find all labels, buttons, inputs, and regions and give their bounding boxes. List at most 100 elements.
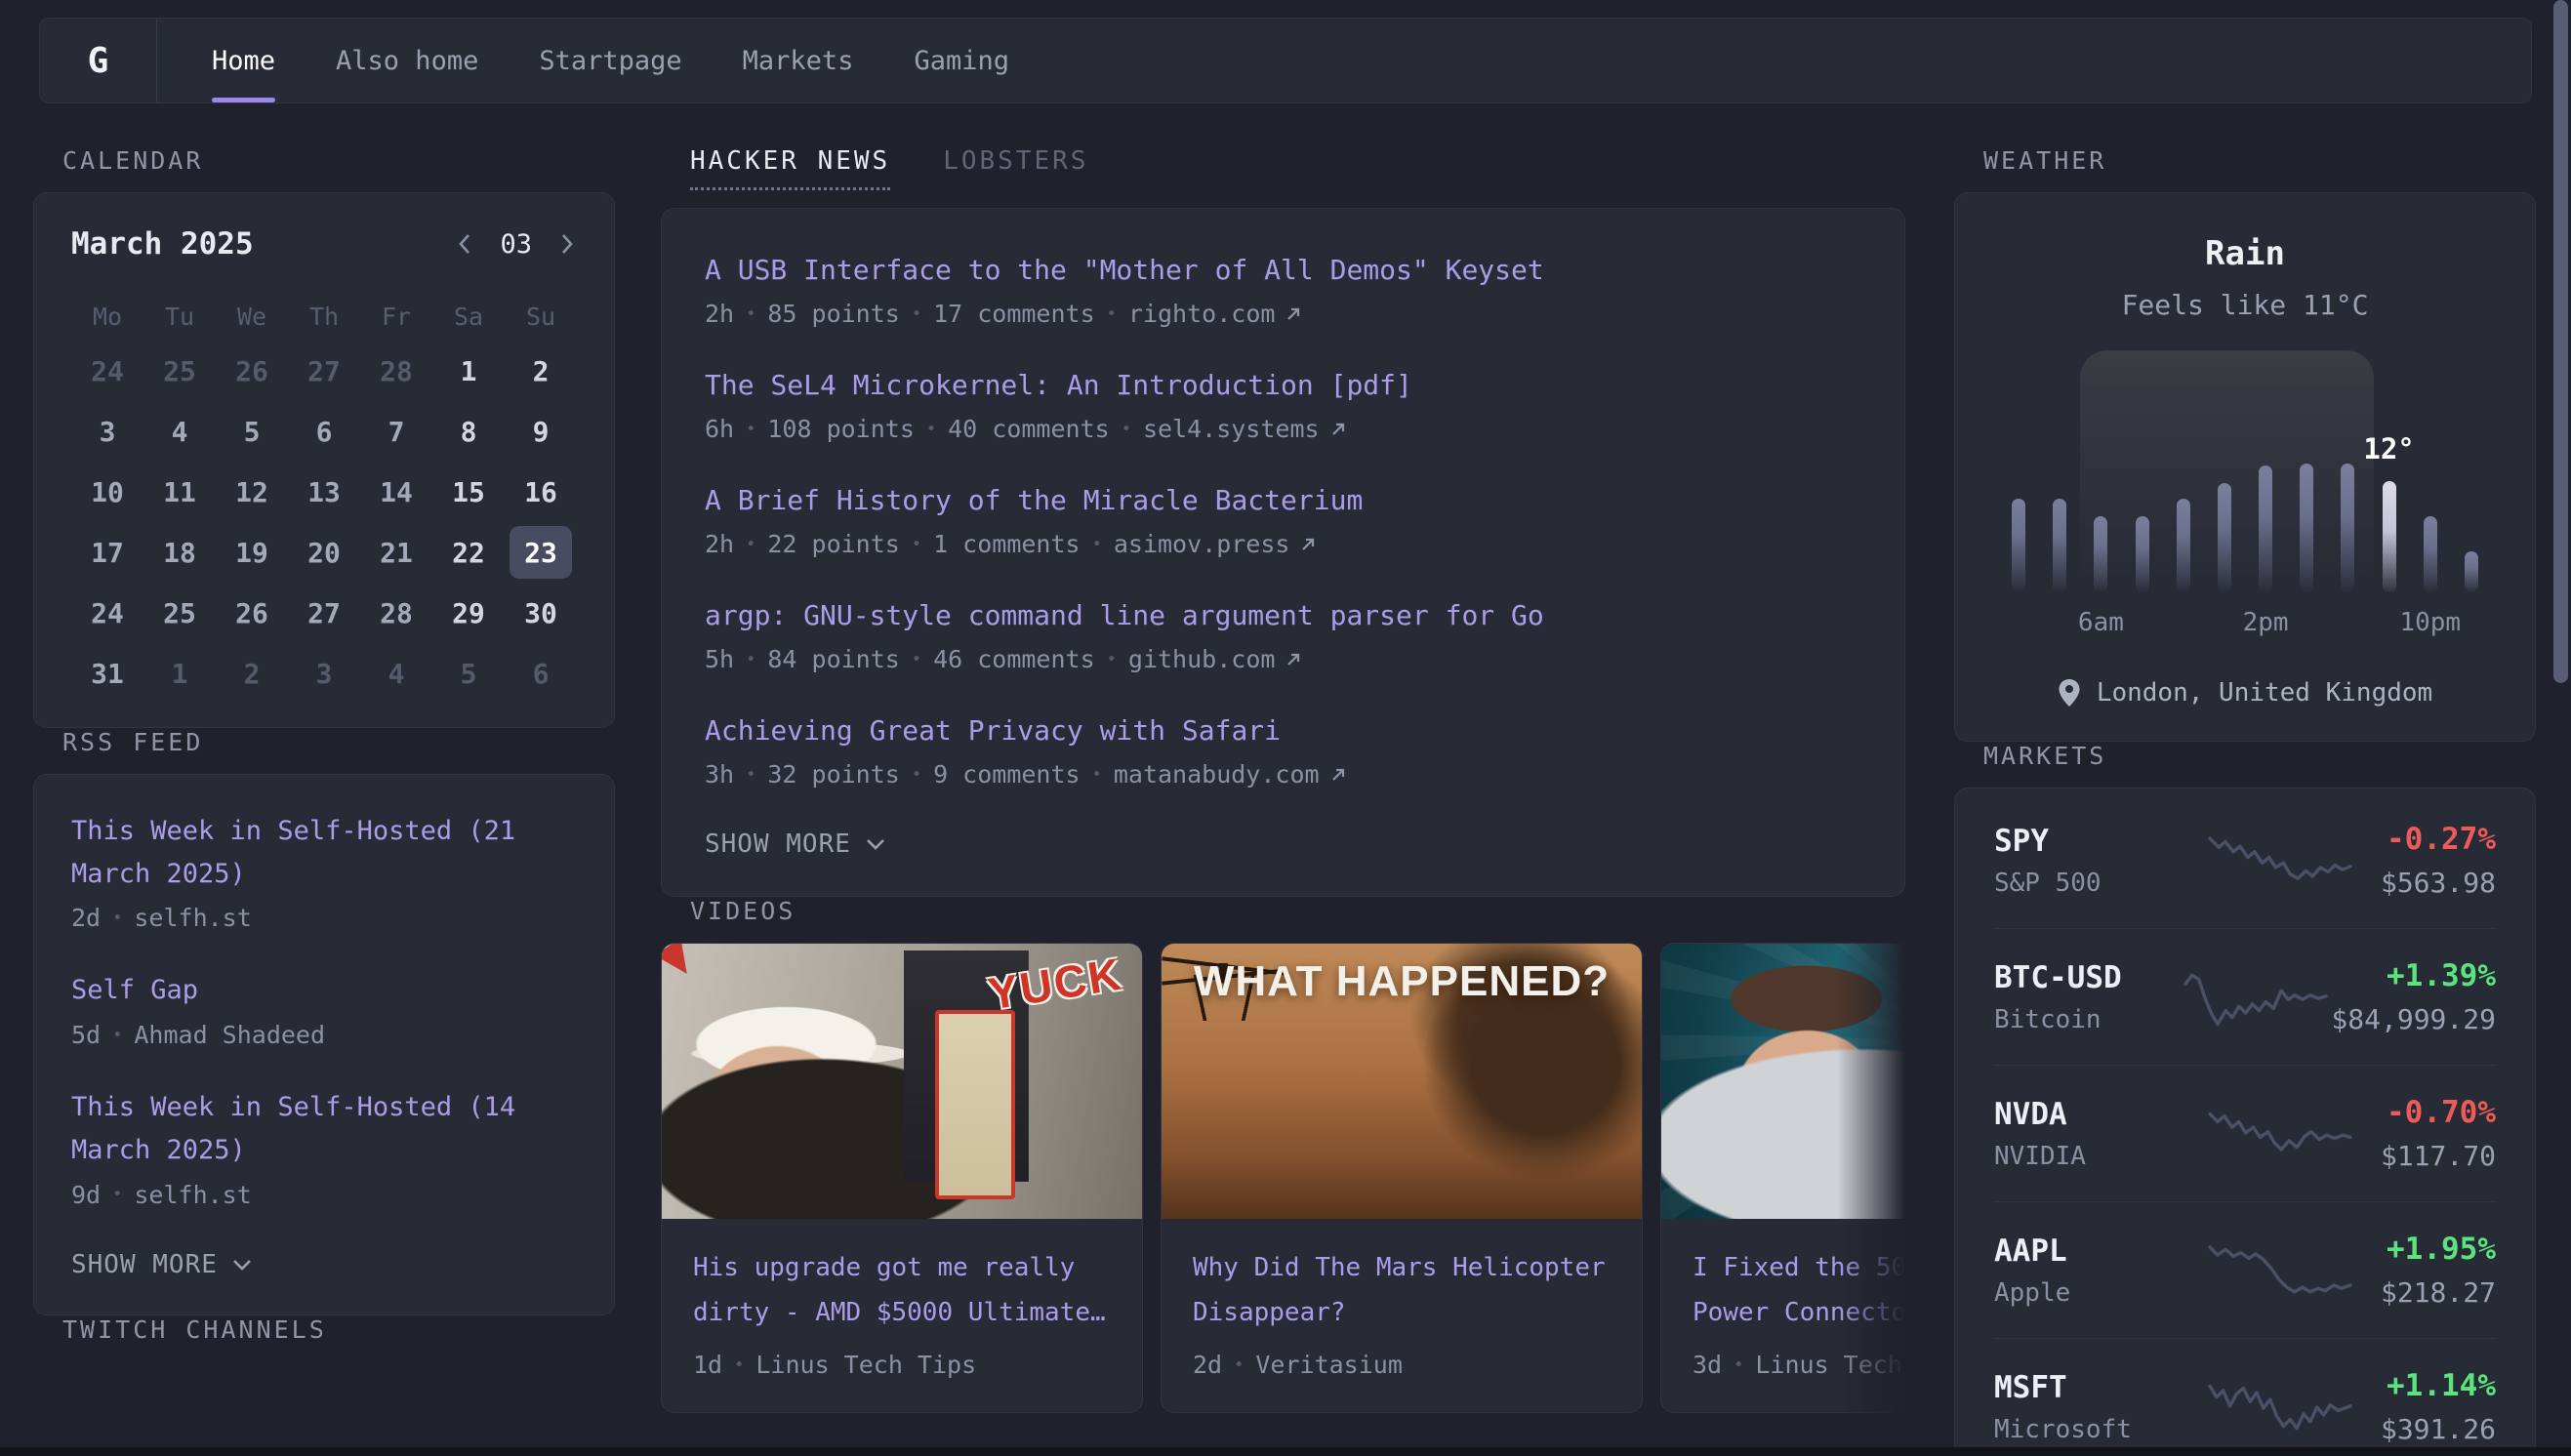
calendar-day[interactable]: 27	[293, 586, 355, 639]
nav-tab[interactable]: Gaming	[914, 19, 1009, 102]
calendar-day[interactable]: 25	[148, 586, 211, 639]
calendar-day[interactable]: 2	[221, 647, 283, 700]
weather-hour-bar[interactable]	[2300, 464, 2313, 592]
news-item-title[interactable]: A USB Interface to the "Mother of All De…	[705, 250, 1861, 291]
news-tab[interactable]: LOBSTERS	[943, 146, 1088, 190]
calendar-day[interactable]: 1	[148, 647, 211, 700]
video-card[interactable]: YUCK His upgrade got me really dirty - A…	[661, 943, 1143, 1413]
rss-item-title[interactable]: Self Gap	[71, 969, 577, 1012]
video-title[interactable]: His upgrade got me really dirty - AMD $5…	[693, 1246, 1111, 1335]
news-item-comments[interactable]: 1 comments	[933, 530, 1081, 558]
video-channel[interactable]: Linus Tech Tips	[1755, 1351, 1905, 1379]
weather-hour-bar[interactable]	[2259, 465, 2272, 592]
calendar-day[interactable]: 22	[437, 526, 500, 579]
news-item-domain[interactable]: asimov.press	[1114, 530, 1290, 558]
calendar-day[interactable]: 5	[221, 405, 283, 458]
calendar-day[interactable]: 7	[365, 405, 428, 458]
weather-hour-bar[interactable]	[2383, 481, 2396, 592]
calendar-day[interactable]: 6	[510, 647, 572, 700]
calendar-day[interactable]: 2	[510, 344, 572, 397]
video-channel[interactable]: Linus Tech Tips	[755, 1351, 976, 1379]
calendar-day[interactable]: 21	[365, 526, 428, 579]
calendar-prev-button[interactable]	[455, 231, 474, 257]
news-item-comments[interactable]: 40 comments	[948, 415, 1110, 443]
news-item-title[interactable]: The SeL4 Microkernel: An Introduction [p…	[705, 365, 1861, 406]
calendar-day[interactable]: 27	[293, 344, 355, 397]
calendar-day[interactable]: 4	[148, 405, 211, 458]
news-item-domain[interactable]: matanabudy.com	[1114, 760, 1320, 789]
weather-hour-bar[interactable]	[2465, 551, 2478, 592]
app-logo[interactable]: G	[40, 19, 157, 102]
video-title[interactable]: Why Did The Mars Helicopter Disappear?	[1193, 1246, 1611, 1335]
calendar-day[interactable]: 31	[76, 647, 139, 700]
calendar-day[interactable]: 30	[510, 586, 572, 639]
calendar-day[interactable]: 11	[148, 465, 211, 518]
calendar-day[interactable]: 16	[510, 465, 572, 518]
calendar-next-button[interactable]	[557, 231, 577, 257]
news-item-title[interactable]: argp: GNU-style command line argument pa…	[705, 595, 1861, 636]
news-item-comments[interactable]: 9 comments	[933, 760, 1081, 789]
calendar-day[interactable]: 9	[510, 405, 572, 458]
news-item-comments[interactable]: 46 comments	[933, 645, 1095, 673]
news-show-more-button[interactable]: SHOW MORE	[705, 829, 1861, 859]
video-thumbnail[interactable]: YUCK	[662, 944, 1142, 1219]
calendar-day[interactable]: 3	[76, 405, 139, 458]
calendar-day[interactable]: 5	[437, 647, 500, 700]
calendar-day[interactable]: 28	[365, 586, 428, 639]
calendar-day[interactable]: 20	[293, 526, 355, 579]
calendar-day[interactable]: 3	[293, 647, 355, 700]
calendar-day[interactable]: 8	[437, 405, 500, 458]
news-item-domain[interactable]: github.com	[1128, 645, 1276, 673]
market-row[interactable]: SPY S&P 500 -0.27% $563.98	[1994, 792, 2496, 928]
video-card[interactable]: WHAT HAPPENED? Why Did The Mars Helicopt…	[1161, 943, 1643, 1413]
news-item-title[interactable]: A Brief History of the Miracle Bacterium	[705, 480, 1861, 521]
calendar-day[interactable]: 24	[76, 586, 139, 639]
weather-hour-bar[interactable]	[2424, 516, 2437, 592]
calendar-day[interactable]: 14	[365, 465, 428, 518]
calendar-day[interactable]: 18	[148, 526, 211, 579]
video-title[interactable]: I Fixed the 5090's Melting Power Connect…	[1693, 1246, 1905, 1335]
news-item-title[interactable]: Achieving Great Privacy with Safari	[705, 710, 1861, 751]
rss-show-more-button[interactable]: SHOW MORE	[71, 1250, 577, 1279]
market-row[interactable]: NVDA NVIDIA -0.70% $117.70	[1994, 1065, 2496, 1201]
rss-item-title[interactable]: This Week in Self-Hosted (21 March 2025)	[71, 810, 577, 895]
nav-tab[interactable]: Also home	[336, 19, 478, 102]
calendar-day[interactable]: 26	[221, 586, 283, 639]
weather-hour-bar[interactable]	[2136, 516, 2149, 592]
calendar-day[interactable]: 4	[365, 647, 428, 700]
market-row[interactable]: MSFT Microsoft +1.14% $391.26	[1994, 1338, 2496, 1456]
calendar-day[interactable]: 17	[76, 526, 139, 579]
video-card[interactable]: DOT I Fixed the 5090's Melting Power Con…	[1660, 943, 1905, 1413]
calendar-day[interactable]: 6	[293, 405, 355, 458]
video-channel[interactable]: Veritasium	[1255, 1351, 1403, 1379]
calendar-day[interactable]: 13	[293, 465, 355, 518]
nav-tab[interactable]: Markets	[743, 19, 854, 102]
calendar-day[interactable]: 12	[221, 465, 283, 518]
page-scrollbar-thumb[interactable]	[2553, 0, 2568, 683]
weather-hour-bar[interactable]	[2012, 499, 2025, 592]
calendar-day[interactable]: 28	[365, 344, 428, 397]
weather-hour-bar[interactable]	[2094, 516, 2107, 592]
calendar-day[interactable]: 23	[510, 526, 572, 579]
rss-item-title[interactable]: This Week in Self-Hosted (14 March 2025)	[71, 1086, 577, 1171]
news-item-domain[interactable]: sel4.systems	[1143, 415, 1320, 443]
market-row[interactable]: AAPL Apple +1.95% $218.27	[1994, 1201, 2496, 1338]
video-thumbnail[interactable]: DOT	[1661, 944, 1905, 1219]
calendar-day[interactable]: 10	[76, 465, 139, 518]
news-item-comments[interactable]: 17 comments	[933, 300, 1095, 328]
market-row[interactable]: BTC-USD Bitcoin +1.39% $84,999.29	[1994, 928, 2496, 1065]
news-tab[interactable]: HACKER NEWS	[690, 146, 890, 190]
calendar-day[interactable]: 24	[76, 344, 139, 397]
news-item-domain[interactable]: righto.com	[1128, 300, 1276, 328]
calendar-day[interactable]: 19	[221, 526, 283, 579]
nav-tab[interactable]: Startpage	[539, 19, 681, 102]
calendar-day[interactable]: 1	[437, 344, 500, 397]
calendar-day[interactable]: 25	[148, 344, 211, 397]
calendar-day[interactable]: 15	[437, 465, 500, 518]
weather-hour-bar[interactable]	[2341, 464, 2354, 592]
weather-hour-bar[interactable]	[2053, 499, 2066, 592]
video-thumbnail[interactable]: WHAT HAPPENED?	[1162, 944, 1642, 1219]
weather-hour-bar[interactable]	[2177, 499, 2190, 592]
calendar-day[interactable]: 29	[437, 586, 500, 639]
weather-hour-bar[interactable]	[2218, 483, 2231, 592]
